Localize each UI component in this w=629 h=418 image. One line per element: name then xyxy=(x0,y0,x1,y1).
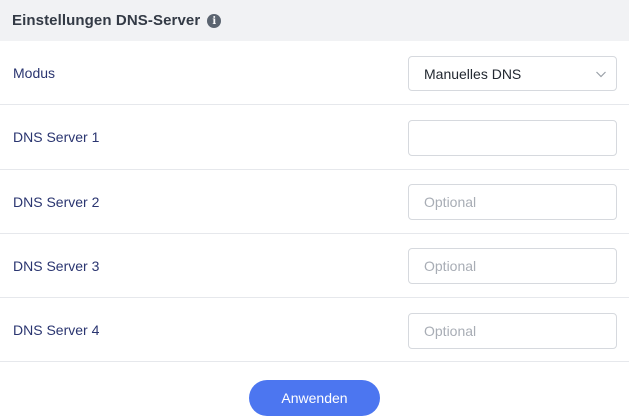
dns-server-2-row: DNS Server 2 xyxy=(0,170,629,234)
dns-server-1-input[interactable] xyxy=(408,120,617,156)
dns-server-3-label: DNS Server 3 xyxy=(13,257,100,274)
section-header: Einstellungen DNS-Server i xyxy=(0,0,629,41)
dns-server-4-row: DNS Server 4 xyxy=(0,298,629,362)
dns-server-2-input[interactable] xyxy=(408,184,617,220)
mode-label: Modus xyxy=(13,64,56,81)
section-title: Einstellungen DNS-Server xyxy=(12,12,201,29)
mode-select[interactable]: Manuelles DNS xyxy=(408,56,617,91)
dns-server-4-label: DNS Server 4 xyxy=(13,321,100,338)
dns-server-1-row: DNS Server 1 xyxy=(0,105,629,170)
mode-row: Modus Manuelles DNS xyxy=(0,41,629,105)
dns-server-3-row: DNS Server 3 xyxy=(0,234,629,298)
dns-server-2-label: DNS Server 2 xyxy=(13,193,100,210)
mode-select-value: Manuelles DNS xyxy=(424,65,522,82)
dns-server-1-label: DNS Server 1 xyxy=(13,129,100,145)
chevron-down-icon xyxy=(596,71,606,78)
dns-settings-panel: Einstellungen DNS-Server i Modus Manuell… xyxy=(0,0,629,418)
dns-server-4-input[interactable] xyxy=(408,313,617,349)
info-icon[interactable]: i xyxy=(207,14,222,28)
apply-button[interactable]: Anwenden xyxy=(249,380,380,416)
dns-server-3-input[interactable] xyxy=(408,248,617,284)
